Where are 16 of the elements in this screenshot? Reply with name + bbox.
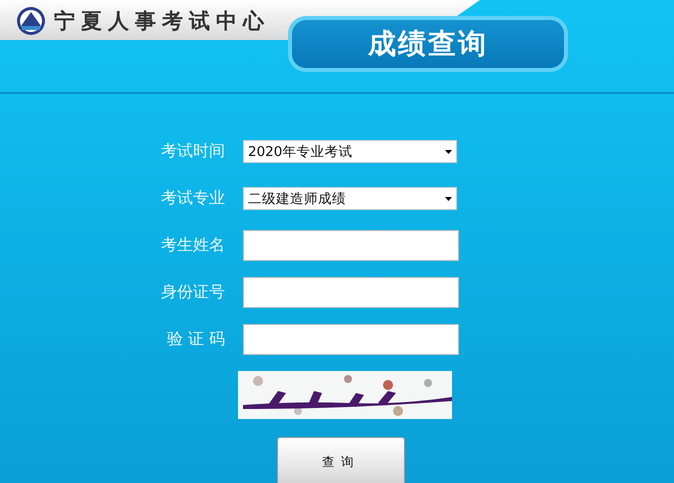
page-title: 成绩查询 [292, 20, 564, 68]
search-button[interactable]: 查询 [277, 437, 405, 483]
input-field[interactable] [243, 324, 459, 355]
site-name: 宁夏人事考试中心 [54, 7, 270, 35]
caret-icon [445, 150, 452, 154]
caret-icon [445, 196, 452, 200]
input-field[interactable] [243, 277, 459, 308]
field-label: 考试时间 [161, 141, 225, 162]
field-label: 考试专业 [161, 188, 225, 209]
dropdown[interactable]: 二级建造师成绩 [243, 187, 457, 210]
field-label: 验 证 码 [166, 329, 225, 350]
input-field[interactable] [243, 230, 459, 261]
field-label: 身份证号 [161, 282, 225, 303]
logo-icon [16, 6, 46, 36]
dropdown[interactable]: 2020年专业考试 [243, 140, 457, 163]
field-label: 考生姓名 [161, 235, 225, 256]
